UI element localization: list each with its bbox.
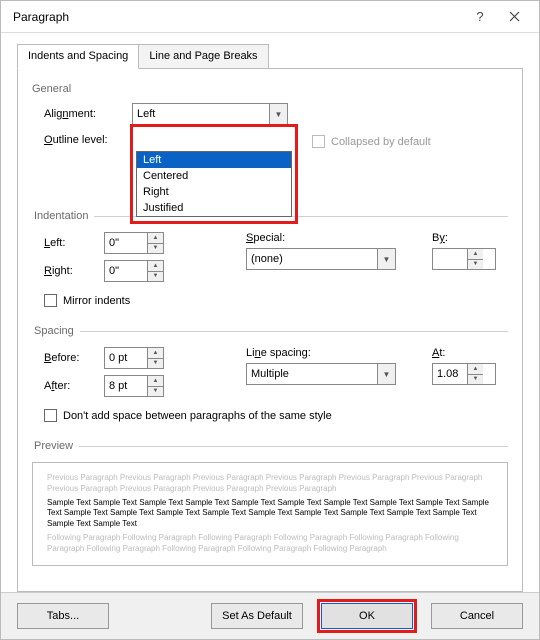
dont-add-space-checkbox[interactable]: Don't add space between paragraphs of th…: [44, 409, 508, 422]
checkbox-icon: [312, 135, 325, 148]
spin-down-icon[interactable]: ▼: [148, 359, 163, 369]
indent-right-label: Right:: [44, 265, 104, 277]
preview-heading: Preview: [32, 440, 79, 452]
tab-strip: Indents and Spacing Line and Page Breaks: [17, 43, 523, 68]
spin-up-icon[interactable]: ▲: [148, 233, 163, 244]
by-label: By:: [432, 232, 504, 244]
at-label: At:: [432, 347, 504, 359]
line-spacing-combo[interactable]: Multiple ▼: [246, 363, 396, 385]
after-value[interactable]: [105, 376, 147, 396]
preview-after: Following Paragraph Following Paragraph …: [47, 533, 493, 555]
chevron-down-icon: ▼: [269, 104, 287, 124]
indent-left-spinner[interactable]: ▲▼: [104, 232, 164, 254]
spin-up-icon[interactable]: ▲: [148, 348, 163, 359]
indent-left-label: Left:: [44, 237, 104, 249]
indentation-heading: Indentation: [32, 210, 94, 222]
chevron-down-icon: ▼: [377, 364, 395, 384]
by-value[interactable]: [433, 249, 467, 269]
line-spacing-value: Multiple: [251, 368, 289, 380]
special-value: (none): [251, 253, 283, 265]
preview-box: Previous Paragraph Previous Paragraph Pr…: [32, 462, 508, 566]
alignment-value: Left: [137, 108, 155, 120]
spin-down-icon[interactable]: ▼: [468, 260, 483, 270]
spin-down-icon[interactable]: ▼: [148, 244, 163, 254]
ok-button[interactable]: OK: [321, 603, 413, 629]
preview-before: Previous Paragraph Previous Paragraph Pr…: [47, 473, 493, 495]
spin-down-icon[interactable]: ▼: [468, 375, 483, 385]
preview-sample: Sample Text Sample Text Sample Text Samp…: [47, 498, 493, 530]
at-value[interactable]: [433, 364, 467, 384]
outline-label: Outline level:: [44, 134, 132, 146]
button-bar: Tabs... Set As Default OK Cancel: [1, 592, 539, 639]
close-button[interactable]: [497, 5, 531, 29]
spin-down-icon[interactable]: ▼: [148, 272, 163, 282]
general-heading: General: [32, 83, 508, 95]
tab-line-page-breaks[interactable]: Line and Page Breaks: [138, 44, 268, 69]
after-label: After:: [44, 380, 104, 392]
tab-panel: General Alignment: Left ▼ Outline level:…: [17, 68, 523, 592]
special-combo[interactable]: (none) ▼: [246, 248, 396, 270]
alignment-dropdown[interactable]: Left Centered Right Justified: [136, 151, 292, 217]
by-spinner[interactable]: ▲▼: [432, 248, 496, 270]
tab-indents-spacing[interactable]: Indents and Spacing: [17, 44, 139, 69]
spacing-heading: Spacing: [32, 325, 80, 337]
chevron-down-icon: ▼: [377, 249, 395, 269]
special-label: Special:: [246, 232, 396, 244]
tabs-button[interactable]: Tabs...: [17, 603, 109, 629]
titlebar: Paragraph ?: [1, 1, 539, 33]
cancel-button[interactable]: Cancel: [431, 603, 523, 629]
help-button[interactable]: ?: [463, 5, 497, 29]
before-label: Before:: [44, 352, 104, 364]
indent-left-value[interactable]: [105, 233, 147, 253]
alignment-option-justified[interactable]: Justified: [137, 200, 291, 216]
spin-up-icon[interactable]: ▲: [148, 261, 163, 272]
at-spinner[interactable]: ▲▼: [432, 363, 496, 385]
mirror-indents-checkbox[interactable]: Mirror indents: [44, 294, 508, 307]
spin-up-icon[interactable]: ▲: [468, 249, 483, 260]
checkbox-icon: [44, 294, 57, 307]
spin-down-icon[interactable]: ▼: [148, 387, 163, 397]
line-spacing-label: Line spacing:: [246, 347, 396, 359]
dialog-title: Paragraph: [13, 10, 463, 24]
alignment-option-left[interactable]: Left: [137, 152, 291, 168]
indent-right-value[interactable]: [105, 261, 147, 281]
alignment-combo[interactable]: Left ▼: [132, 103, 288, 125]
collapsed-checkbox: Collapsed by default: [312, 135, 431, 148]
alignment-label: Alignment:: [44, 108, 132, 120]
set-default-button[interactable]: Set As Default: [211, 603, 303, 629]
alignment-option-centered[interactable]: Centered: [137, 168, 291, 184]
after-spinner[interactable]: ▲▼: [104, 375, 164, 397]
checkbox-icon: [44, 409, 57, 422]
spin-up-icon[interactable]: ▲: [468, 364, 483, 375]
before-value[interactable]: [105, 348, 147, 368]
paragraph-dialog: Paragraph ? Indents and Spacing Line and…: [0, 0, 540, 640]
indent-right-spinner[interactable]: ▲▼: [104, 260, 164, 282]
before-spinner[interactable]: ▲▼: [104, 347, 164, 369]
alignment-option-right[interactable]: Right: [137, 184, 291, 200]
spin-up-icon[interactable]: ▲: [148, 376, 163, 387]
